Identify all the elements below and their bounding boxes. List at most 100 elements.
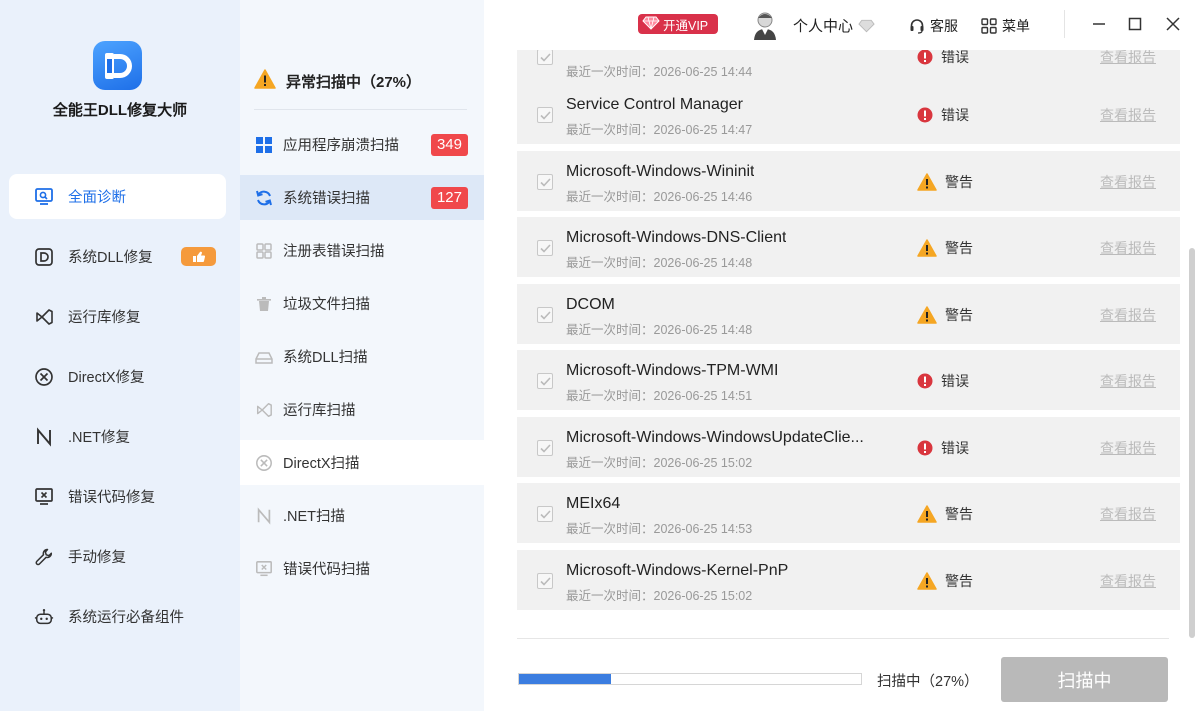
row-checkbox[interactable] [537,50,553,65]
view-report-link[interactable]: 查看报告 [1100,571,1156,591]
scan-item-app-crash[interactable]: 应用程序崩溃扫描 349 [240,122,484,167]
event-source-name: MEIx64 [566,495,621,512]
maximize-button[interactable] [1125,14,1145,34]
warning-icon [917,239,937,257]
scan-item-label: .NET扫描 [283,509,346,525]
result-row: DCOM 最近一次时间：2026-06-25 14:48 警告 查看报告 [517,284,1180,344]
view-report-link[interactable]: 查看报告 [1100,305,1156,325]
scan-item-dotnet[interactable]: .NET扫描 [240,493,484,538]
result-row: Service Control Manager 最近一次时间：2026-06-2… [517,84,1180,144]
warning-icon [917,306,937,324]
view-report-link[interactable]: 查看报告 [1100,504,1156,524]
divider [254,109,467,110]
results-scrollbar[interactable] [1189,248,1195,638]
scan-item-label: DirectX扫描 [283,456,360,472]
result-row: MEIx64 最近一次时间：2026-06-25 14:53 警告 查看报告 [517,483,1180,543]
dll-d-icon [34,247,54,267]
event-source-name: Microsoft-Windows-WindowsUpdateClie... [566,429,864,446]
divider [1064,10,1065,38]
row-checkbox[interactable] [537,174,553,190]
sidebar-item-label: DirectX修复 [68,370,145,386]
grid-menu-icon [981,18,997,34]
sidebar-item-full-diagnosis[interactable]: 全面诊断 [9,174,226,219]
app-title: 全能王DLL修复大师 [52,102,188,119]
sidebar-item-directx-repair[interactable]: DirectX修复 [9,354,226,399]
minimize-button[interactable] [1089,14,1109,34]
status-label: 错误 [917,50,969,67]
user-center-link[interactable]: 个人中心 [793,15,875,36]
sidebar-item-error-code-repair[interactable]: 错误代码修复 [9,474,226,519]
user-avatar[interactable] [752,10,778,40]
scan-item-directx[interactable]: DirectX扫描 [240,440,484,485]
error-icon [917,440,933,456]
status-label: 错误 [917,371,969,391]
last-time: 最近一次时间：2026-06-25 14:46 [566,190,753,204]
row-checkbox[interactable] [537,440,553,456]
sidebar-item-dotnet-repair[interactable]: .NET修复 [9,414,226,459]
maximize-icon [1128,17,1142,31]
scan-item-runtime[interactable]: 运行库扫描 [240,387,484,432]
sidebar-item-label: 运行库修复 [68,310,141,326]
event-source-name: Service Control Manager [566,96,743,113]
scan-status-header: 异常扫描中（27%） [254,63,421,99]
thumbs-up-icon [181,247,216,266]
scan-category-list: 应用程序崩溃扫描 349 系统错误扫描 127 注册表错误扫描 垃圾文件扫描 系… [240,122,484,599]
last-time: 最近一次时间：2026-06-25 14:53 [566,522,753,536]
row-checkbox[interactable] [537,373,553,389]
sidebar-item-label: 手动修复 [68,550,126,566]
app-logo-icon [93,41,142,90]
scan-item-label: 注册表错误扫描 [283,244,385,260]
result-row: Microsoft-Windows-DNS-Client 最近一次时间：2026… [517,217,1180,277]
service-label: 客服 [930,18,958,34]
warning-icon [917,173,937,191]
view-report-link[interactable]: 查看报告 [1100,172,1156,192]
open-vip-button[interactable]: 开通VIP [638,14,718,34]
row-checkbox[interactable] [537,240,553,256]
scan-item-error-code[interactable]: 错误代码扫描 [240,546,484,591]
robot-icon [34,607,54,627]
error-icon [917,373,933,389]
event-source-name: Microsoft-Windows-TPM-WMI [566,362,779,379]
scan-item-system-dll[interactable]: 系统DLL扫描 [240,334,484,379]
view-report-link[interactable]: 查看报告 [1100,105,1156,125]
scan-item-label: 系统DLL扫描 [283,350,368,366]
view-report-link[interactable]: 查看报告 [1100,238,1156,258]
view-report-link[interactable]: 查看报告 [1100,438,1156,458]
row-checkbox[interactable] [537,573,553,589]
warning-icon [917,505,937,523]
status-label: 错误 [917,438,969,458]
sidebar-item-runtime-repair[interactable]: 运行库修复 [9,294,226,339]
scan-item-registry[interactable]: 注册表错误扫描 [240,228,484,273]
main-menu-button[interactable]: 菜单 [981,16,1030,36]
row-checkbox[interactable] [537,307,553,323]
status-label: 警告 [917,504,973,524]
sidebar-item-label: 系统运行必备组件 [68,610,184,626]
row-checkbox[interactable] [537,107,553,123]
error-icon [917,107,933,123]
sidebar: 全能王DLL修复大师 全面诊断 系统DLL修复 运行库修复 DirectX修复 … [0,0,240,711]
scan-item-label: 系统错误扫描 [283,191,370,207]
error-icon [917,50,933,65]
divider [517,638,1169,639]
sidebar-item-manual-repair[interactable]: 手动修复 [9,534,226,579]
scan-item-system-error[interactable]: 系统错误扫描 127 [240,175,484,220]
row-checkbox[interactable] [537,506,553,522]
sidebar-item-dll-repair[interactable]: 系统DLL修复 [9,234,226,279]
result-row: 最近一次时间：2026-06-25 14:44 错误 查看报告 [517,50,1180,86]
sidebar-item-essential-components[interactable]: 系统运行必备组件 [9,594,226,639]
view-report-link[interactable]: 查看报告 [1100,371,1156,391]
scanning-button[interactable]: 扫描中 [1001,657,1168,702]
close-button[interactable] [1163,14,1183,34]
scan-item-junk-files[interactable]: 垃圾文件扫描 [240,281,484,326]
scan-progress-fill [519,674,612,684]
status-label: 警告 [917,238,973,258]
vs-runtime-icon [34,307,54,327]
sidebar-item-label: .NET修复 [68,430,131,446]
sidebar-item-label: 系统DLL修复 [68,250,153,266]
customer-service-button[interactable]: 客服 [909,16,958,36]
result-row: Microsoft-Windows-TPM-WMI 最近一次时间：2026-06… [517,350,1180,410]
warning-icon [254,69,276,93]
view-report-link[interactable]: 查看报告 [1100,50,1156,67]
scan-item-label: 运行库扫描 [283,403,356,419]
scan-progress-bar [518,673,862,685]
